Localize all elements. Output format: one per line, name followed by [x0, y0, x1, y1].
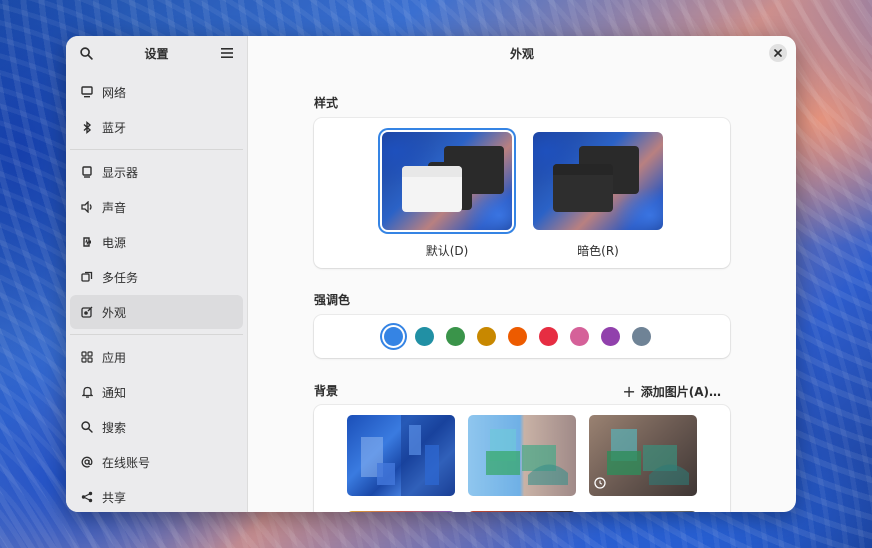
search-icon[interactable] [76, 43, 96, 63]
sidebar-item-label: 显示器 [102, 165, 139, 180]
network-icon [80, 85, 94, 99]
wallpaper-thumb-blue-blocks[interactable] [347, 415, 455, 496]
hamburger-menu-icon[interactable] [217, 43, 237, 63]
sidebar-item-label: 外观 [102, 305, 127, 320]
accent-section-label: 强调色 [314, 293, 351, 307]
multitasking-icon [80, 270, 94, 284]
background-section-label: 背景 [314, 384, 339, 398]
sidebar-item-notifications[interactable]: 通知 [70, 375, 243, 409]
style-option-label: 默认(D) [425, 244, 469, 258]
close-button[interactable] [769, 44, 787, 62]
plus-icon: + [622, 382, 636, 401]
accent-swatch-pink[interactable] [570, 327, 589, 346]
apps-icon [80, 350, 94, 364]
accent-swatch-blue[interactable] [384, 327, 403, 346]
sidebar-item-sharing[interactable]: 共享 [70, 480, 243, 512]
sidebar-item-display[interactable]: 显示器 [70, 155, 243, 189]
settings-window: 设置 网络 蓝牙 显示器 声音 电源 多任务 外观 应用 通知 搜索 在线账号 … [66, 36, 796, 512]
appearance-icon [80, 305, 94, 319]
sidebar-item-sound[interactable]: 声音 [70, 190, 243, 224]
sidebar-item-label: 电源 [102, 235, 127, 250]
accent-swatch-red[interactable] [539, 327, 558, 346]
at-icon [80, 455, 94, 469]
sidebar-item-label: 共享 [102, 490, 127, 505]
sidebar-item-label: 蓝牙 [102, 120, 127, 135]
bell-icon [80, 385, 94, 399]
sidebar-item-appearance[interactable]: 外观 [70, 295, 243, 329]
accent-swatch-purple[interactable] [601, 327, 620, 346]
style-option-default[interactable]: 默认(D) [382, 132, 512, 259]
sidebar-item-label: 通知 [102, 385, 127, 400]
sidebar-item-label: 应用 [102, 350, 127, 365]
sidebar-title: 设置 [144, 46, 169, 61]
preview-window-front [402, 166, 462, 212]
sidebar-nav: 网络 蓝牙 显示器 声音 电源 多任务 外观 应用 通知 搜索 在线账号 共享 [66, 70, 247, 512]
add-picture-button[interactable]: + 添加图片(A)… [622, 382, 721, 401]
share-icon [80, 490, 94, 504]
power-icon [80, 235, 94, 249]
page-title: 外观 [509, 46, 534, 61]
accent-swatch-orange[interactable] [508, 327, 527, 346]
background-card [314, 405, 730, 512]
sidebar-item-label: 网络 [102, 85, 127, 100]
style-section-label: 样式 [314, 96, 339, 110]
wallpaper-thumb-light[interactable] [468, 415, 576, 496]
sidebar-item-label: 多任务 [102, 270, 139, 285]
accent-swatch-row [384, 327, 651, 346]
sidebar-item-online-accounts[interactable]: 在线账号 [70, 445, 243, 479]
add-picture-label: 添加图片(A)… [640, 385, 721, 399]
preview-window-front [553, 164, 613, 212]
accent-swatch-yellow[interactable] [477, 327, 496, 346]
wallpaper-thumb-row2-1[interactable] [347, 511, 455, 512]
sidebar-item-label: 在线账号 [102, 455, 151, 470]
sidebar-separator [70, 149, 243, 150]
sidebar-item-power[interactable]: 电源 [70, 225, 243, 259]
wallpaper-thumb-dark[interactable] [589, 415, 697, 496]
sidebar: 设置 网络 蓝牙 显示器 声音 电源 多任务 外观 应用 通知 搜索 在线账号 … [66, 36, 248, 512]
sound-icon [80, 200, 94, 214]
close-icon [774, 49, 782, 57]
accent-swatch-slate[interactable] [632, 327, 651, 346]
sidebar-header: 设置 [66, 36, 247, 70]
sidebar-item-multitasking[interactable]: 多任务 [70, 260, 243, 294]
display-icon [80, 165, 94, 179]
wallpaper-thumb-row2-2[interactable] [468, 511, 576, 512]
sidebar-item-search[interactable]: 搜索 [70, 410, 243, 444]
style-option-dark[interactable]: 暗色(R) [533, 132, 663, 259]
sidebar-item-network[interactable]: 网络 [70, 75, 243, 109]
accent-swatch-teal[interactable] [415, 327, 434, 346]
style-preview-dark [533, 132, 663, 230]
style-card: 默认(D) 暗色(R) [314, 118, 730, 268]
sidebar-item-bluetooth[interactable]: 蓝牙 [70, 110, 243, 144]
accent-card [314, 315, 730, 358]
sidebar-separator [70, 334, 243, 335]
style-option-label: 暗色(R) [577, 244, 619, 258]
accent-swatch-green[interactable] [446, 327, 465, 346]
sidebar-item-label: 搜索 [102, 420, 127, 435]
wallpaper-thumb-row2-3[interactable] [589, 511, 697, 512]
search-icon [80, 420, 94, 434]
main-content: 外观 样式 默认(D) 暗色(R) 强调色 背景 + 添加图片(A)… [248, 36, 796, 512]
sidebar-item-label: 声音 [102, 200, 127, 215]
main-header: 外观 [248, 36, 796, 70]
style-preview-default [382, 132, 512, 230]
sidebar-item-apps[interactable]: 应用 [70, 340, 243, 374]
bluetooth-icon [80, 120, 94, 134]
